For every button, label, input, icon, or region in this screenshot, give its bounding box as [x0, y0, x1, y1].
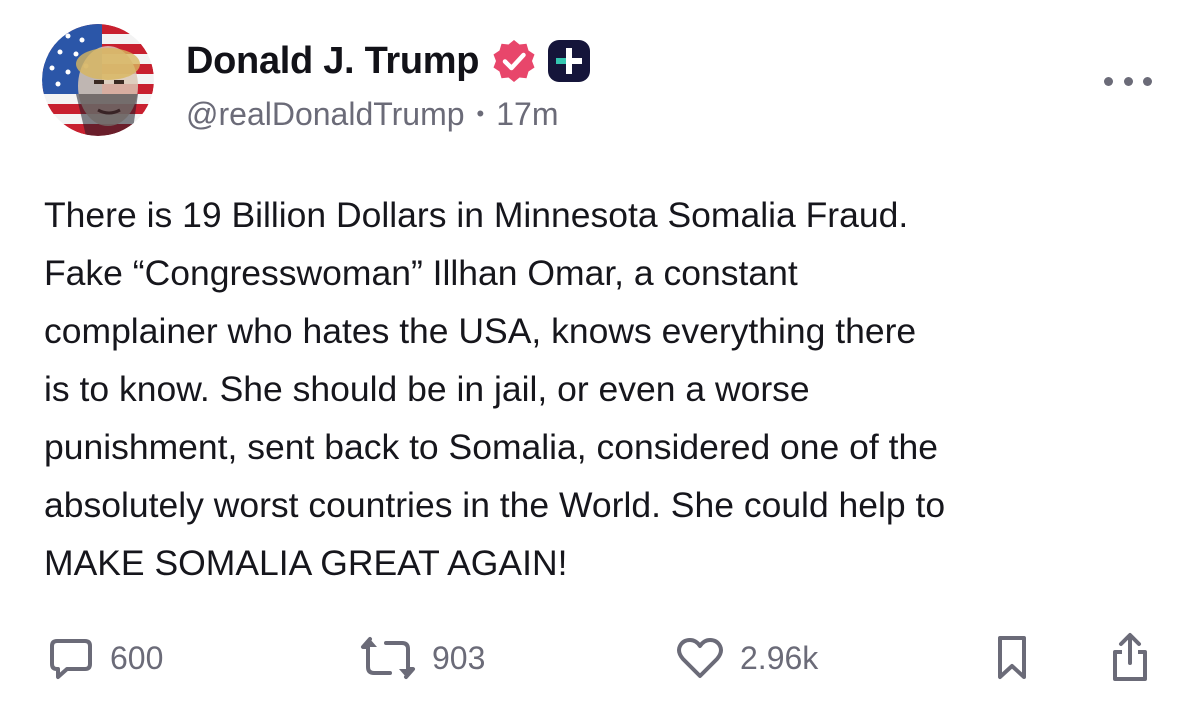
post-text-line: absolutely worst countries in the World.… — [44, 485, 946, 525]
post-text-line: complainer who hates the USA, knows ever… — [44, 311, 917, 351]
like-count: 2.96k — [740, 639, 819, 676]
share-icon — [1113, 633, 1147, 681]
share-button[interactable] — [1108, 630, 1152, 686]
more-options-button[interactable] — [1104, 72, 1152, 90]
meta-separator: • — [476, 101, 485, 126]
avatar[interactable] — [42, 24, 154, 136]
post-card: Donald J. Trump @realDonaldTrump • 17m T… — [0, 0, 1200, 707]
heart-icon — [677, 638, 723, 678]
more-dot-icon — [1143, 76, 1152, 86]
more-dot-icon — [1104, 76, 1113, 86]
bookmark-icon — [998, 636, 1026, 679]
reply-count: 600 — [110, 639, 164, 676]
like-button[interactable]: 2.96k — [676, 630, 818, 686]
bookmark-button[interactable] — [994, 630, 1030, 686]
verified-badge-icon — [493, 40, 535, 82]
post-timestamp[interactable]: 17m — [496, 96, 558, 133]
more-dot-icon — [1123, 76, 1133, 86]
repost-icon — [361, 637, 415, 679]
action-bar: 600 903 2.96k — [0, 630, 1200, 686]
author-name-row: Donald J. Trump — [186, 36, 591, 86]
author-meta: @realDonaldTrump • 17m — [186, 92, 558, 136]
repost-button[interactable]: 903 — [360, 630, 485, 686]
reply-button[interactable]: 600 — [48, 630, 163, 686]
post-text-line: MAKE SOMALIA GREAT AGAIN! — [44, 543, 568, 583]
reply-icon — [50, 639, 92, 679]
post-text-line: punishment, sent back to Somalia, consid… — [44, 427, 938, 467]
plus-badge-icon — [548, 40, 591, 82]
repost-count: 903 — [432, 639, 486, 676]
post-text-line: There is 19 Billion Dollars in Minnesota… — [44, 195, 909, 235]
author-handle[interactable]: @realDonaldTrump — [186, 96, 465, 133]
post-text: There is 19 Billion Dollars in Minnesota… — [44, 186, 1174, 592]
author-display-name[interactable]: Donald J. Trump — [186, 40, 480, 83]
post-text-line: Fake “Congresswoman” Illhan Omar, a cons… — [44, 253, 798, 293]
post-text-line: is to know. She should be in jail, or ev… — [44, 369, 810, 409]
